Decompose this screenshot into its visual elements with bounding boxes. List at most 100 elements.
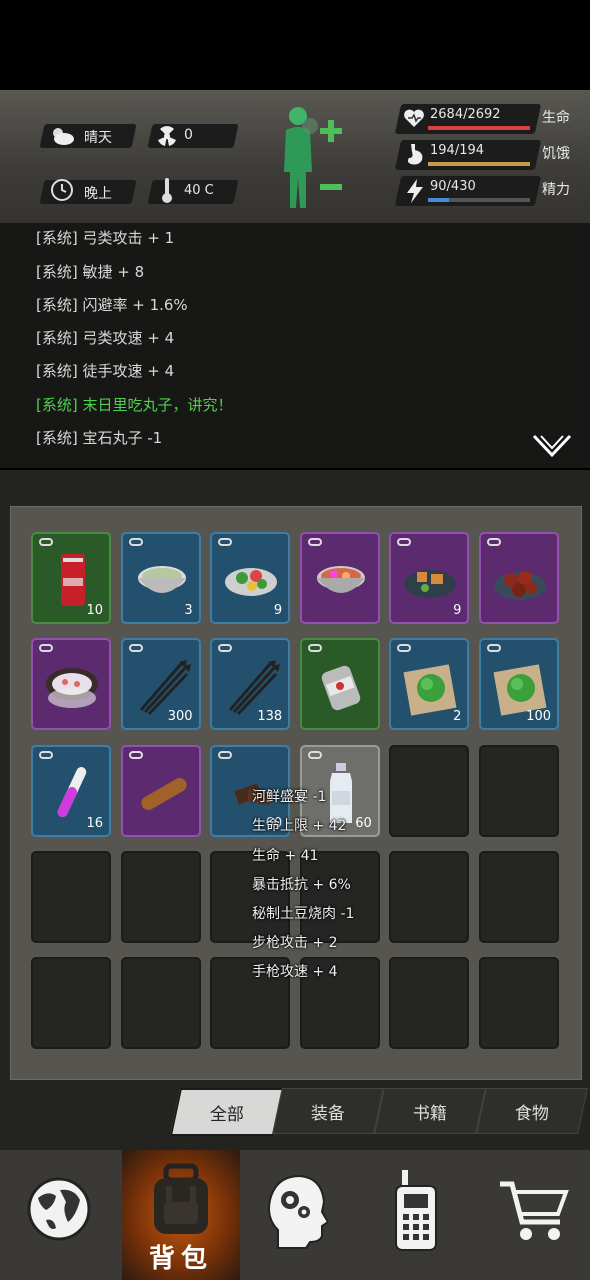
- inventory-slot[interactable]: [299, 638, 380, 731]
- meatballs-plate-icon: [494, 571, 546, 600]
- log-line-highlight: [系统] 末日里吃丸子，讲究！: [36, 396, 233, 414]
- nav-shop[interactable]: [472, 1150, 590, 1280]
- empty-inventory-slot[interactable]: [120, 850, 201, 943]
- log-line: [系统] 闪避率 + 1.6%: [36, 296, 188, 314]
- inventory-slot[interactable]: 9: [389, 532, 470, 624]
- inventory-slot[interactable]: 16: [31, 744, 111, 837]
- canned-food-icon: [321, 666, 361, 711]
- inventory-slot[interactable]: 300: [120, 638, 201, 731]
- vegetable-cloth-icon: [493, 664, 547, 716]
- tooltip-line: 生命上限 + 42: [252, 818, 347, 834]
- link-icon: [39, 538, 53, 546]
- item-count: 3: [184, 603, 193, 618]
- status-panel: 晴天 0 晚上 40 C 2684/2692 生命 194/194 饥饿 90/…: [0, 90, 590, 225]
- log-line: [系统] 敏捷 + 8: [36, 263, 145, 281]
- radiation-value: 0: [184, 127, 193, 143]
- nav-skills[interactable]: [236, 1150, 354, 1280]
- link-icon: [397, 644, 412, 653]
- roasted-dish-icon: [404, 570, 457, 598]
- tab-food[interactable]: 食物: [476, 1088, 588, 1134]
- link-icon: [128, 750, 143, 759]
- clock-icon: [51, 179, 73, 201]
- item-count: 138: [257, 709, 283, 725]
- nav-radio[interactable]: [356, 1150, 474, 1280]
- stomach-icon: [407, 144, 423, 165]
- link-icon: [39, 644, 53, 653]
- empty-inventory-slot[interactable]: [389, 744, 470, 837]
- energy-bar-fill: [428, 198, 449, 202]
- empty-inventory-slot[interactable]: [479, 744, 559, 837]
- item-count: 60: [355, 815, 372, 831]
- log-line: [系统] 宝石丸子 -1: [36, 429, 163, 447]
- link-icon: [307, 644, 322, 653]
- inventory-slot[interactable]: [299, 532, 380, 624]
- seafood-bowl-icon: [316, 566, 365, 593]
- hunger-value: 194/194: [430, 143, 485, 158]
- link-icon: [218, 538, 233, 546]
- link-icon: [307, 538, 322, 546]
- tooltip-line: 秘制土豆烧肉 -1: [252, 906, 355, 922]
- body-status-icon[interactable]: [270, 100, 350, 220]
- link-icon: [487, 644, 501, 653]
- empty-inventory-slot[interactable]: [120, 957, 201, 1050]
- inventory-slot[interactable]: [479, 532, 559, 624]
- empty-inventory-slot[interactable]: [31, 957, 111, 1050]
- backpack-icon: [154, 1163, 208, 1234]
- collapse-chevron-icon[interactable]: [532, 433, 572, 459]
- vegetable-cloth-icon: [403, 664, 457, 716]
- inventory-slot[interactable]: [31, 638, 111, 731]
- top-blank-area: [0, 0, 590, 90]
- item-count: 100: [526, 709, 551, 725]
- empty-inventory-slot[interactable]: [389, 957, 470, 1050]
- inventory-slot[interactable]: 3: [120, 532, 201, 624]
- nav-world[interactable]: [0, 1150, 118, 1280]
- log-line: [系统] 弓类攻击 + 1: [36, 229, 175, 247]
- inventory-slot[interactable]: 2: [389, 638, 470, 731]
- nav-backpack[interactable]: 背包: [122, 1150, 240, 1280]
- item-count: 16: [86, 815, 103, 831]
- empty-inventory-slot[interactable]: [31, 850, 111, 943]
- tooltip-line: 步枪攻击 + 2: [252, 935, 338, 951]
- empty-inventory-slot[interactable]: [479, 850, 559, 943]
- lightning-icon: [407, 179, 423, 203]
- inventory-slot[interactable]: 10: [31, 532, 111, 624]
- health-value: 2684/2692: [430, 107, 501, 122]
- link-icon: [487, 538, 501, 546]
- tooltip-line: 河鲜盛宴 -1: [252, 789, 327, 805]
- weather-text: 晴天: [84, 130, 112, 146]
- tooltip-line: 暴击抵抗 + 6%: [252, 877, 351, 893]
- link-icon: [397, 538, 412, 546]
- temperature-value: 40 C: [184, 183, 214, 198]
- item-count: 10: [86, 603, 103, 618]
- sausage-icon: [141, 777, 187, 810]
- bottom-nav: 背包: [0, 1150, 590, 1280]
- potion-tube-icon: [57, 766, 87, 817]
- tab-all[interactable]: 全部: [169, 1088, 285, 1136]
- nav-backpack-label: 背包: [148, 1244, 213, 1274]
- empty-inventory-slot[interactable]: [389, 850, 470, 943]
- empty-inventory-slot[interactable]: [479, 957, 559, 1050]
- heart-icon: [404, 109, 424, 127]
- tab-equipment[interactable]: 装备: [272, 1088, 384, 1134]
- energy-label: 精力: [542, 182, 570, 198]
- time-of-day-text: 晚上: [84, 186, 112, 202]
- log-line: [系统] 徒手攻速 + 4: [36, 362, 175, 380]
- inventory-slot[interactable]: 138: [210, 638, 291, 731]
- sun-cloud-icon: [53, 128, 74, 145]
- inventory-slot[interactable]: 100: [479, 638, 559, 731]
- rice-pot-icon: [46, 668, 98, 709]
- beer-can-icon: [61, 554, 85, 606]
- globe-icon: [27, 1177, 91, 1241]
- message-log[interactable]: [系统] 弓类攻击 + 1 [系统] 敏捷 + 8 [系统] 闪避率 + 1.6…: [0, 223, 590, 468]
- category-tabs: 全部 装备 书籍 食物: [165, 1088, 588, 1136]
- item-count: 2: [453, 709, 462, 725]
- tooltip-line: 生命 + 41: [252, 848, 319, 864]
- link-icon: [218, 750, 233, 759]
- inventory-slot[interactable]: [120, 744, 201, 837]
- inventory-slot[interactable]: 9: [210, 532, 291, 624]
- item-count: 300: [167, 709, 193, 725]
- link-icon: [307, 750, 322, 759]
- arrows-bundle-icon: [139, 660, 191, 716]
- tab-books[interactable]: 书籍: [374, 1088, 486, 1134]
- link-icon: [39, 750, 53, 759]
